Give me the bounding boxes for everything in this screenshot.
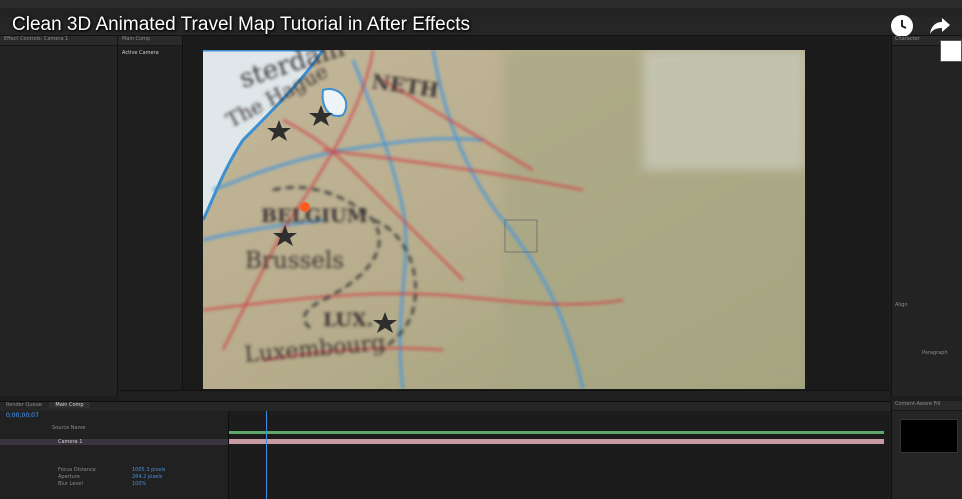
property-value[interactable]: 264.2 pixels	[132, 474, 162, 480]
property-value[interactable]: 100%	[132, 481, 146, 487]
fill-color-swatch[interactable]	[940, 40, 962, 62]
map-image: sterdam NETH The Hague BELGIUM Brussels …	[203, 50, 805, 389]
map-label-lux: LUX.	[323, 309, 373, 331]
property-row-focus[interactable]: Focus Distance 1005.3 pixels	[0, 467, 228, 473]
property-name: Aperture	[58, 474, 80, 480]
map-frame: sterdam NETH The Hague BELGIUM Brussels …	[203, 50, 805, 389]
viewer-toolbar[interactable]	[118, 390, 890, 401]
video-title: Clean 3D Animated Travel Map Tutorial in…	[12, 14, 470, 35]
character-panel: Character Align Paragraph	[891, 36, 962, 396]
active-camera-label: Active Camera	[122, 50, 159, 56]
layer-bar-camera[interactable]	[229, 439, 884, 444]
playhead[interactable]	[266, 411, 267, 499]
share-arrow-icon[interactable]	[928, 14, 952, 38]
column-header-source-name: Source Name	[52, 425, 86, 431]
content-aware-fill-panel: Content-Aware Fill	[891, 401, 962, 499]
map-label-brussels: Brussels	[245, 248, 344, 274]
property-name: Focus Distance	[58, 467, 96, 473]
property-name: Blur Level	[58, 481, 83, 487]
paragraph-tab[interactable]: Paragraph	[922, 350, 948, 356]
property-value[interactable]: 1005.3 pixels	[132, 467, 166, 473]
property-row-aperture[interactable]: Aperture 264.2 pixels	[0, 474, 228, 480]
layer-list: 0;00;00;07 Source Name Camera 1 Focus Di…	[0, 411, 229, 499]
project-panel: Effect Controls: Camera 1	[0, 36, 118, 396]
effect-controls-panel: Main Comp Active Camera	[118, 36, 183, 396]
work-area-bar[interactable]	[229, 431, 884, 434]
tab-main-comp[interactable]: Main Comp	[49, 402, 90, 408]
map-label-belgium: BELGIUM	[261, 205, 368, 227]
left-tab[interactable]: Effect Controls: Camera 1	[0, 36, 117, 46]
timecode[interactable]: 0;00;00;07	[6, 413, 39, 419]
clock-icon[interactable]	[890, 14, 914, 38]
timeline-tracks[interactable]	[229, 411, 890, 499]
location-marker	[300, 202, 310, 212]
layer-name: Camera 1	[58, 439, 83, 445]
property-row-blur[interactable]: Blur Level 100%	[0, 481, 228, 487]
panel-title: Content-Aware Fill	[892, 401, 962, 411]
layer-row-camera[interactable]: Camera 1	[0, 439, 228, 445]
preview-box	[900, 419, 958, 453]
tab-render-queue[interactable]: Render Queue	[0, 402, 48, 408]
effect-tab[interactable]: Main Comp	[118, 36, 182, 46]
align-tab[interactable]: Align	[895, 302, 908, 308]
